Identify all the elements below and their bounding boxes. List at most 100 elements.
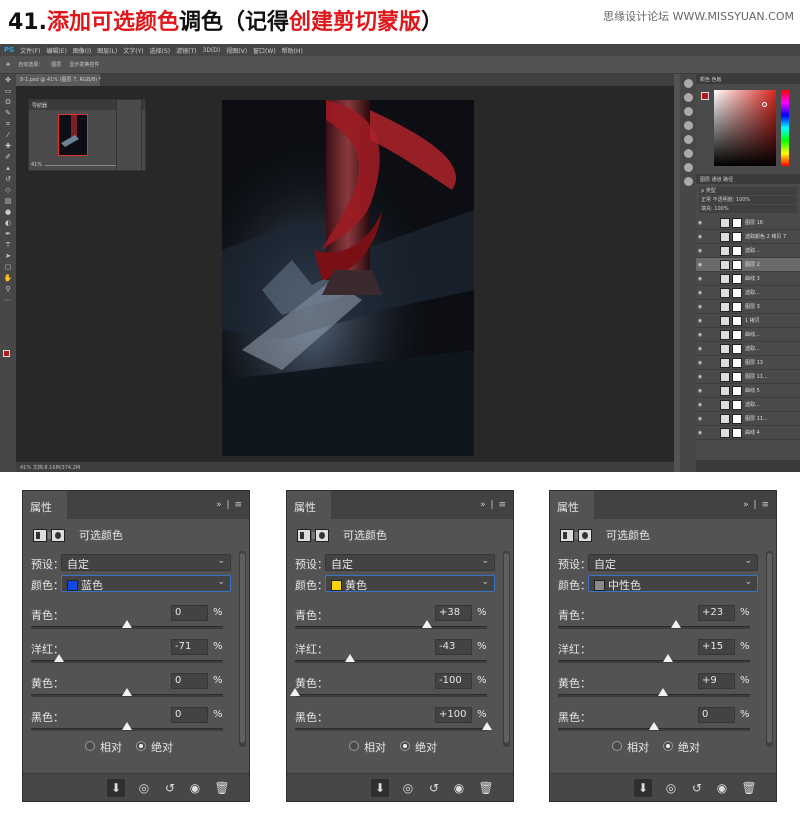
preset-select[interactable]: 自定 ⌄ bbox=[588, 554, 758, 571]
visibility-eye-icon[interactable]: ◉ bbox=[696, 234, 704, 240]
reset-icon[interactable]: ↺ bbox=[688, 779, 706, 797]
layer-row[interactable]: ◉ 选取... bbox=[696, 244, 800, 258]
layer-row[interactable]: ◉ 选取... bbox=[696, 286, 800, 300]
color-field[interactable] bbox=[714, 90, 776, 166]
properties-icon[interactable] bbox=[683, 107, 693, 116]
absolute-radio[interactable] bbox=[663, 741, 673, 751]
layer-row[interactable]: ◉ 曲线 5 bbox=[696, 384, 800, 398]
adjustments-icon[interactable] bbox=[683, 121, 693, 130]
visibility-eye-icon[interactable]: ◉ bbox=[696, 346, 704, 352]
slider-thumb[interactable] bbox=[53, 654, 64, 662]
slider-thumb[interactable] bbox=[422, 620, 433, 628]
slider-value-input[interactable]: 0 bbox=[171, 605, 208, 621]
layer-row[interactable]: ◉ 1 拷贝 bbox=[696, 314, 800, 328]
scrollbar[interactable] bbox=[239, 551, 246, 747]
adjustment-layer-icon[interactable] bbox=[297, 528, 316, 542]
scrollbar-thumb[interactable] bbox=[240, 553, 245, 743]
info-icon[interactable] bbox=[683, 93, 693, 102]
history-icon[interactable] bbox=[683, 79, 693, 88]
color-panel-foreground[interactable] bbox=[701, 92, 709, 100]
foreground-color-swatch[interactable] bbox=[3, 350, 10, 357]
menu-image[interactable]: 图像(I) bbox=[73, 46, 91, 55]
layer-row[interactable]: ◉ 选取... bbox=[696, 342, 800, 356]
absolute-radio[interactable] bbox=[400, 741, 410, 751]
slider-value-input[interactable]: +9 bbox=[698, 673, 735, 689]
clip-to-layer-icon[interactable]: ⬇ bbox=[107, 779, 125, 797]
visibility-eye-icon[interactable]: ◉ bbox=[696, 402, 704, 408]
shape-tool-icon[interactable]: ▢ bbox=[3, 263, 13, 272]
slider-thumb[interactable] bbox=[344, 654, 355, 662]
slider-value-input[interactable]: -71 bbox=[171, 639, 208, 655]
show-transform-checkbox[interactable]: 显示变换控件 bbox=[69, 61, 99, 68]
slider-track[interactable] bbox=[295, 722, 492, 731]
slider-thumb[interactable] bbox=[663, 654, 674, 662]
visibility-eye-icon[interactable]: ◉ bbox=[696, 262, 704, 268]
visibility-eye-icon[interactable]: ◉ bbox=[696, 416, 704, 422]
clip-to-layer-icon[interactable]: ⬇ bbox=[634, 779, 652, 797]
slider-track[interactable] bbox=[558, 688, 750, 697]
dodge-tool-icon[interactable]: ◐ bbox=[3, 219, 13, 228]
slider-thumb[interactable] bbox=[122, 722, 132, 730]
view-previous-state-icon[interactable]: ◎ bbox=[399, 779, 417, 797]
blur-tool-icon[interactable]: ● bbox=[3, 208, 13, 217]
trash-icon[interactable]: 🗑 bbox=[213, 779, 231, 797]
marquee-tool-icon[interactable]: ▭ bbox=[3, 87, 13, 96]
menu-filter[interactable]: 滤镜(T) bbox=[176, 46, 196, 55]
slider-value-input[interactable]: +38 bbox=[435, 605, 472, 621]
slider-value-input[interactable]: -100 bbox=[435, 673, 472, 689]
move-tool-icon[interactable]: ✥ bbox=[6, 62, 10, 68]
document-tab[interactable]: 8-1.psd @ 41% (图层 7, RGB/8) * bbox=[16, 74, 101, 86]
pen-tool-icon[interactable]: ✒ bbox=[3, 230, 13, 239]
layer-row[interactable]: ◉ 选取颜色 2 拷贝 7 bbox=[696, 230, 800, 244]
slider-track[interactable] bbox=[290, 688, 487, 697]
properties-tab[interactable]: 属性 bbox=[287, 491, 331, 519]
auto-select-label[interactable]: 自动选择： bbox=[18, 61, 43, 68]
colors-select[interactable]: 中性色 ⌄ bbox=[588, 575, 758, 592]
panel-menu-icon[interactable]: ≡ bbox=[498, 500, 507, 510]
clip-to-layer-icon[interactable]: ⬇ bbox=[371, 779, 389, 797]
menu-file[interactable]: 文件(F) bbox=[20, 46, 40, 55]
layer-row[interactable]: ◉ 图层 16 bbox=[696, 216, 800, 230]
slider-thumb[interactable] bbox=[649, 722, 659, 730]
layer-row[interactable]: ◉ 图层 11... bbox=[696, 370, 800, 384]
auto-select-dropdown[interactable]: 图层 bbox=[51, 61, 61, 68]
styles-icon[interactable] bbox=[683, 135, 693, 144]
move-tool-icon[interactable]: ✥ bbox=[3, 76, 13, 85]
preset-select[interactable]: 自定 ⌄ bbox=[61, 554, 231, 571]
menu-window[interactable]: 窗口(W) bbox=[253, 46, 276, 55]
visibility-eye-icon[interactable]: ◉ bbox=[696, 388, 704, 394]
panel-menu-icon[interactable]: ≡ bbox=[761, 500, 770, 510]
visibility-eye-icon[interactable]: ◉ bbox=[696, 332, 704, 338]
fill-control[interactable]: 填充: 100% bbox=[699, 205, 797, 213]
reset-icon[interactable]: ↺ bbox=[161, 779, 179, 797]
layer-row[interactable]: ◉ 曲线 3 bbox=[696, 272, 800, 286]
menu-layer[interactable]: 图层(L) bbox=[97, 46, 117, 55]
history-brush-tool-icon[interactable]: ↺ bbox=[3, 175, 13, 184]
slider-value-input[interactable]: +15 bbox=[698, 639, 735, 655]
visibility-eye-icon[interactable]: ◉ bbox=[696, 248, 704, 254]
layer-row[interactable]: ◉ 图层 2 bbox=[696, 258, 800, 272]
slider-thumb[interactable] bbox=[482, 722, 492, 730]
adjustment-layer-icon[interactable] bbox=[33, 528, 52, 542]
trash-icon[interactable]: 🗑 bbox=[477, 779, 495, 797]
hue-slider[interactable] bbox=[781, 90, 789, 166]
slider-track[interactable] bbox=[31, 654, 223, 663]
properties-tab[interactable]: 属性 bbox=[550, 491, 594, 519]
layer-row[interactable]: ◉ 选取... bbox=[696, 398, 800, 412]
stamp-tool-icon[interactable]: ▴ bbox=[3, 164, 13, 173]
brush-presets-icon[interactable] bbox=[683, 149, 693, 158]
menu-3d[interactable]: 3D(D) bbox=[203, 47, 221, 54]
visibility-eye-icon[interactable]: ◉ bbox=[186, 779, 204, 797]
slider-value-input[interactable]: 0 bbox=[171, 707, 208, 723]
menu-help[interactable]: 帮助(H) bbox=[282, 46, 303, 55]
menu-view[interactable]: 视图(V) bbox=[226, 46, 247, 55]
slider-thumb[interactable] bbox=[671, 620, 682, 628]
crop-tool-icon[interactable]: ⌗ bbox=[3, 120, 13, 129]
scrollbar[interactable] bbox=[503, 551, 510, 747]
mask-icon[interactable] bbox=[578, 528, 592, 542]
layer-filter-kind[interactable]: ρ 类型 bbox=[699, 187, 797, 195]
lasso-tool-icon[interactable]: ʘ bbox=[3, 98, 13, 107]
absolute-radio[interactable] bbox=[136, 741, 146, 751]
quick-select-tool-icon[interactable]: ✎ bbox=[3, 109, 13, 118]
brush-tool-icon[interactable]: ✐ bbox=[3, 153, 13, 162]
